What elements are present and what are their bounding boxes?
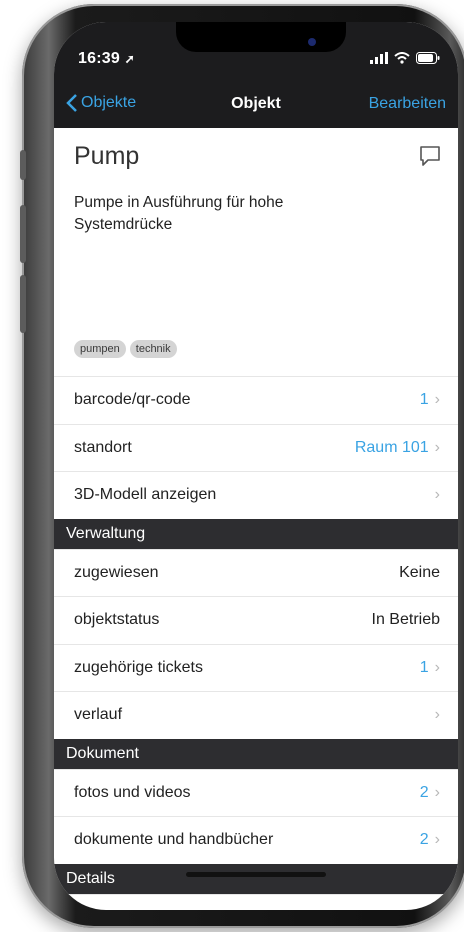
volume-up-button: [20, 205, 26, 263]
chevron-right-icon: ›: [434, 706, 440, 724]
signal-icon: [370, 52, 388, 64]
tag-chip[interactable]: technik: [129, 340, 177, 358]
row-label: objektstatus: [74, 611, 160, 629]
chevron-right-icon: ›: [434, 783, 440, 801]
location-arrow-icon: ➚: [124, 52, 135, 66]
objektstatus-row[interactable]: objektstatus In Betrieb: [54, 596, 458, 644]
wifi-icon: [394, 52, 410, 64]
standort-row[interactable]: standort Raum 101 ›: [54, 423, 458, 472]
chevron-right-icon: ›: [434, 831, 440, 849]
row-label: hersteller: [74, 909, 140, 910]
chevron-right-icon: ›: [434, 486, 440, 504]
fotos-row[interactable]: fotos und videos 2 ›: [54, 768, 458, 817]
navigation-bar: Objekte Objekt Bearbeiten: [54, 88, 458, 128]
object-description: Pumpe in Ausführung für hohe Systemdrück…: [74, 194, 284, 233]
row-label: 3D-Modell anzeigen: [74, 486, 217, 504]
row-value: 1: [419, 658, 429, 676]
volume-down-button: [20, 275, 26, 333]
tag-chip[interactable]: pumpen: [74, 340, 126, 358]
row-value: 2: [419, 831, 429, 849]
dokumente-row[interactable]: dokumente und handbücher 2 ›: [54, 816, 458, 864]
section-header-details: Details: [54, 863, 458, 894]
row-label: barcode/qr-code: [74, 391, 191, 409]
tag-list: pumpen technik: [74, 340, 177, 358]
barcode-row[interactable]: barcode/qr-code 1 ›: [54, 376, 458, 424]
row-label: zugewiesen: [74, 563, 159, 581]
edit-button[interactable]: Bearbeiten: [369, 95, 446, 113]
section-header-verwaltung: Verwaltung: [54, 518, 458, 549]
mute-switch: [20, 150, 26, 180]
chevron-right-icon: ›: [434, 658, 440, 676]
tickets-row[interactable]: zugehörige tickets 1 ›: [54, 643, 458, 692]
notch: [176, 22, 346, 52]
row-label: zugehörige tickets: [74, 658, 203, 676]
3d-model-row[interactable]: 3D-Modell anzeigen ›: [54, 471, 458, 519]
battery-icon: [416, 52, 440, 64]
row-label: fotos und videos: [74, 783, 191, 801]
row-value: 1: [419, 391, 429, 409]
status-icons: [370, 52, 440, 64]
row-label: verlauf: [74, 706, 123, 724]
status-time: 16:39 ➚: [78, 50, 135, 67]
section-header-dokument: Dokument: [54, 738, 458, 769]
row-label: standort: [74, 438, 132, 456]
chevron-right-icon: ›: [434, 391, 440, 409]
phone-screen: 16:39 ➚ Objekte Objekt Bearbeiten Pump P…: [54, 22, 458, 910]
camera-icon: [308, 38, 316, 46]
detail-list: barcode/qr-code 1 › standort Raum 101 › …: [54, 376, 458, 910]
row-value: Raum 101: [354, 438, 429, 456]
object-title: Pump: [74, 142, 140, 170]
verlauf-row[interactable]: verlauf ›: [54, 691, 458, 739]
row-value: 2: [419, 783, 429, 801]
top-bar: 16:39 ➚ Objekte Objekt Bearbeiten: [54, 22, 458, 128]
chevron-right-icon: ›: [434, 438, 440, 456]
home-indicator[interactable]: [186, 872, 326, 877]
row-label: dokumente und handbücher: [74, 831, 274, 849]
row-value: Keine: [399, 563, 440, 581]
comment-icon[interactable]: [418, 144, 442, 168]
hersteller-row[interactable]: hersteller: [54, 893, 458, 910]
zugewiesen-row[interactable]: zugewiesen Keine: [54, 548, 458, 597]
row-value: In Betrieb: [371, 611, 440, 629]
